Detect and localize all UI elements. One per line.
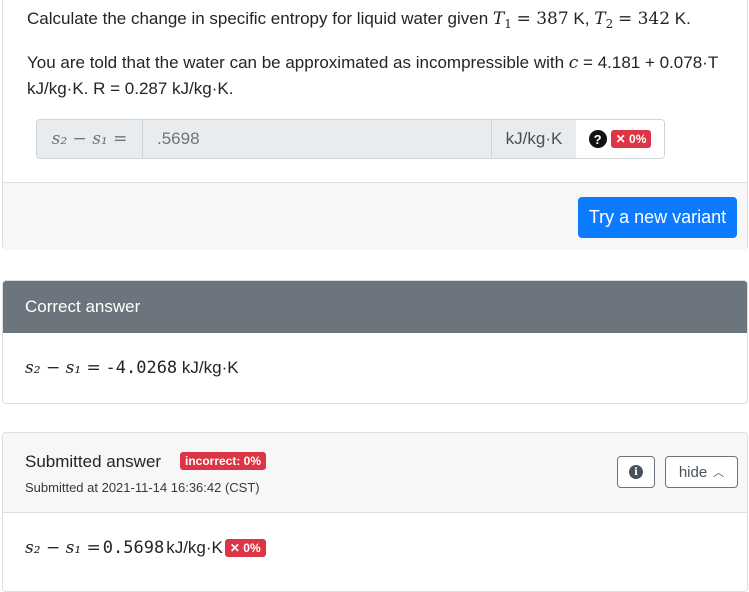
correct-answer-header: Correct answer	[3, 281, 747, 333]
correct-answer-body: s₂ − s₁ = -4.0268 kJ/kg·K	[25, 358, 239, 378]
question-prefix: Calculate the change in specific entropy…	[27, 9, 493, 28]
t2-unit: K.	[670, 9, 691, 28]
submitted-answer-unit: kJ/kg·K	[166, 538, 223, 557]
t1-unit: K,	[568, 9, 595, 28]
try-new-variant-button[interactable]: Try a new variant	[578, 197, 737, 238]
answer-input[interactable]: .5698	[143, 120, 491, 158]
t2-symbol: T2	[594, 9, 614, 31]
incorrect-badge: incorrect: 0%	[180, 452, 267, 470]
hide-label: hide	[678, 463, 708, 481]
submitted-answer-card: Submitted answer incorrect: 0% Submitted…	[2, 432, 748, 592]
hide-button[interactable]: hide ︿	[665, 456, 738, 488]
c-symbol: c	[568, 53, 579, 73]
question-footer: Try a new variant	[3, 182, 747, 250]
t1-value: = 387	[516, 9, 569, 29]
answer-unit: kJ/kg·K	[491, 120, 576, 158]
correct-answer-card: Correct answer s₂ − s₁ = -4.0268 kJ/kg·K	[2, 280, 748, 404]
submitted-answer-body: s₂ − s₁ = 0.5698 kJ/kg·K ✕ 0%	[25, 538, 266, 558]
info-icon: i	[629, 465, 643, 479]
answer-label: s₂ − s₁ =	[37, 120, 143, 158]
question-text-2: You are told that the water can be appro…	[27, 53, 718, 73]
answer-status: ? ✕ 0%	[576, 120, 664, 158]
question-text: Calculate the change in specific entropy…	[27, 9, 691, 31]
submitted-answer-label: s₂ − s₁ =	[25, 538, 101, 558]
t2-value: = 342	[617, 9, 671, 29]
chevron-up-icon: ︿	[713, 467, 725, 479]
question-text-3: kJ/kg·K. R = 0.287 kJ/kg·K.	[27, 79, 234, 98]
question-card: Calculate the change in specific entropy…	[2, 0, 748, 250]
submitted-answer-title: Submitted answer	[25, 452, 162, 471]
info-button[interactable]: i	[617, 456, 655, 488]
question-line2-suffix: = 4.181 + 0.078·T	[578, 53, 719, 72]
correct-answer-unit: kJ/kg·K	[177, 358, 239, 377]
correct-answer-value: -4.0268	[105, 358, 178, 378]
correct-answer-label: s₂ − s₁ =	[25, 358, 101, 378]
question-line2-prefix: You are told that the water can be appro…	[27, 53, 569, 72]
submitted-answer-header: Submitted answer incorrect: 0% Submitted…	[3, 433, 747, 513]
question-circle-icon[interactable]: ?	[588, 130, 607, 148]
submitted-answer-value: 0.5698	[102, 538, 165, 558]
answer-input-group: s₂ − s₁ = .5698 kJ/kg·K ? ✕ 0%	[36, 119, 665, 159]
submitted-score-badge: ✕ 0%	[224, 539, 266, 557]
submission-timestamp: Submitted at 2021-11-14 16:36:42 (CST)	[25, 480, 260, 495]
t1-symbol: T1	[492, 9, 512, 31]
score-badge: ✕ 0%	[610, 130, 652, 148]
